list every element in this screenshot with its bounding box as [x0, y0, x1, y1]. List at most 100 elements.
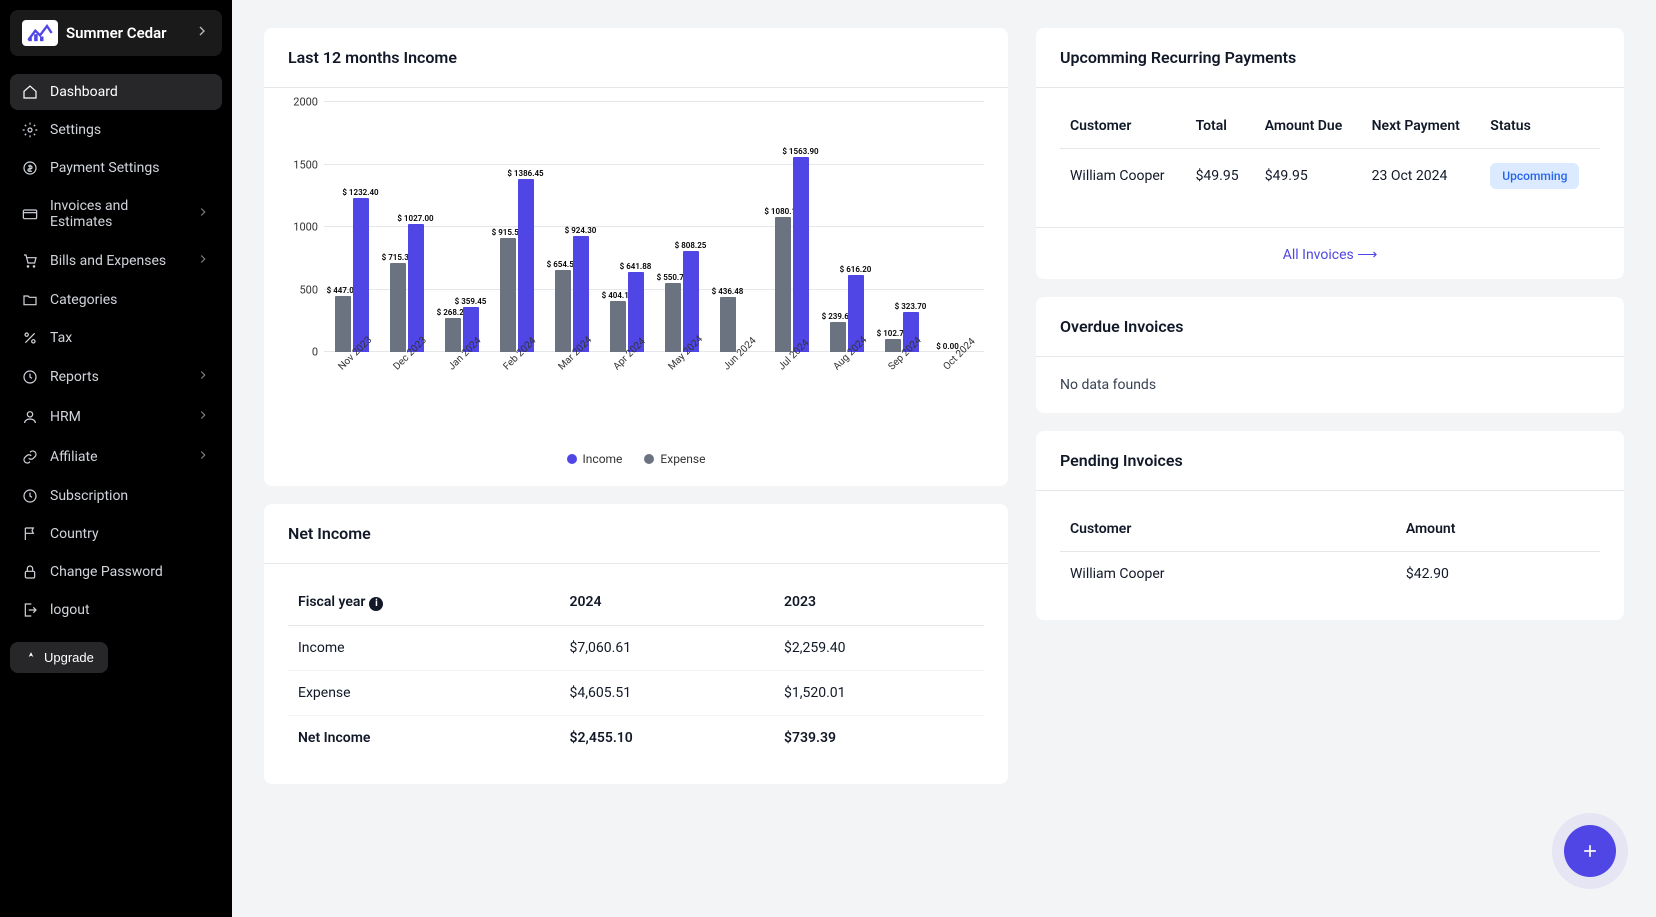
bar-expense[interactable]: $ 404.14 [610, 301, 626, 352]
sidebar-item-invoices-and-estimates[interactable]: Invoices and Estimates [10, 188, 222, 240]
recurring-header: Status [1480, 104, 1600, 149]
bar-value-label: $ 1563.90 [782, 147, 818, 156]
bar-value-label: $ 924.30 [565, 226, 597, 235]
bar-income[interactable]: $ 1027.00 [408, 224, 424, 352]
row-value-2024: $2,455.10 [560, 715, 774, 760]
bar-income[interactable]: $ 1386.45 [518, 179, 534, 352]
nav: Dashboard Settings Payment Settings Invoice… [10, 74, 222, 628]
recurring-table: CustomerTotalAmount DueNext PaymentStatu… [1060, 104, 1600, 203]
legend-income: Income [567, 452, 623, 466]
bar-value-label: $ 616.20 [840, 265, 872, 274]
sidebar-item-country[interactable]: Country [10, 516, 222, 552]
year-2024-header: 2024 [560, 580, 774, 625]
upgrade-button[interactable]: Upgrade [10, 642, 108, 673]
bar-group: $ 447.06$ 1232.40 [335, 198, 369, 352]
bar-income[interactable]: $ 1232.40 [353, 198, 369, 352]
clock2-icon [22, 488, 38, 504]
recurring-cell-total: $49.95 [1186, 149, 1255, 204]
home-icon [22, 84, 38, 100]
folder-icon [22, 292, 38, 308]
pending-amount-header: Amount [1396, 507, 1600, 552]
main: Last 12 months Income 0500100015002000$ … [232, 0, 1656, 917]
bar-expense[interactable]: $ 447.06 [335, 296, 351, 352]
bar-expense[interactable]: $ 239.63 [830, 322, 846, 352]
recurring-header: Next Payment [1362, 104, 1481, 149]
sidebar-item-settings[interactable]: Settings [10, 112, 222, 148]
sidebar-item-hrm[interactable]: HRM [10, 398, 222, 436]
upgrade-label: Upgrade [44, 650, 94, 665]
bar-value-label: $ 323.70 [895, 302, 927, 311]
legend-dot-income [567, 454, 577, 464]
overdue-card: Overdue Invoices No data founds [1036, 297, 1624, 413]
pending-customer: William Cooper [1060, 552, 1396, 597]
overdue-empty: No data founds [1036, 357, 1624, 413]
bar-expense[interactable]: $ 102.70 [885, 339, 901, 352]
net-income-title: Net Income [264, 504, 1008, 564]
sidebar-item-bills-and-expenses[interactable]: Bills and Expenses [10, 242, 222, 280]
y-tick: 1000 [293, 221, 318, 234]
percent-icon [22, 330, 38, 346]
row-value-2024: $7,060.61 [560, 625, 774, 670]
bar-value-label: $ 808.25 [675, 241, 707, 250]
recurring-cell-next: 23 Oct 2024 [1362, 149, 1481, 204]
sidebar-item-label: Tax [50, 330, 72, 346]
chevron-right-icon [196, 205, 210, 223]
company-logo [22, 20, 58, 46]
sidebar-item-change-password[interactable]: Change Password [10, 554, 222, 590]
sidebar-item-tax[interactable]: Tax [10, 320, 222, 356]
sidebar-item-categories[interactable]: Categories [10, 282, 222, 318]
bar-expense[interactable]: $ 268.24 [445, 318, 461, 352]
all-invoices-link[interactable]: All Invoices ⟶ [1283, 247, 1378, 263]
sidebar-item-affiliate[interactable]: Affiliate [10, 438, 222, 476]
chevron-right-icon [194, 23, 210, 43]
income-chart-title: Last 12 months Income [264, 28, 1008, 88]
pending-row[interactable]: William Cooper$42.90 [1060, 552, 1600, 597]
sidebar-item-subscription[interactable]: Subscription [10, 478, 222, 514]
recurring-card: Upcomming Recurring Payments CustomerTot… [1036, 28, 1624, 279]
chevron-right-icon [196, 448, 210, 466]
bar-expense[interactable]: $ 915.58 [500, 238, 516, 352]
flag-icon [22, 526, 38, 542]
sidebar-item-dashboard[interactable]: Dashboard [10, 74, 222, 110]
bar-expense[interactable]: $ 654.50 [555, 270, 571, 352]
info-icon[interactable]: i [369, 597, 383, 611]
rocket-icon [24, 651, 38, 665]
row-value-2023: $2,259.40 [774, 625, 984, 670]
net-income-card: Net Income Fiscal yeari 2024 2023 Income… [264, 504, 1008, 784]
net-income-row: Income$7,060.61$2,259.40 [288, 625, 984, 670]
legend-expense: Expense [644, 452, 705, 466]
sidebar-item-label: Bills and Expenses [50, 253, 166, 269]
bar-expense[interactable]: $ 436.48 [720, 297, 736, 352]
recurring-cell-status: Upcomming [1480, 149, 1600, 204]
sidebar-item-label: Settings [50, 122, 101, 138]
recurring-header: Amount Due [1255, 104, 1362, 149]
bar-expense[interactable]: $ 1080.10 [775, 217, 791, 352]
sidebar-item-label: Subscription [50, 488, 128, 504]
chevron-right-icon [196, 408, 210, 426]
company-name: Summer Cedar [66, 24, 186, 42]
bar-value-label: $ 359.45 [455, 297, 487, 306]
bar-value-label: $ 1232.40 [342, 188, 378, 197]
cart-icon [22, 253, 38, 269]
bar-expense[interactable]: $ 715.30 [390, 263, 406, 352]
sidebar-item-logout[interactable]: logout [10, 592, 222, 628]
legend-dot-expense [644, 454, 654, 464]
row-label: Income [288, 625, 560, 670]
add-button[interactable] [1564, 825, 1616, 877]
recurring-row[interactable]: William Cooper$49.95$49.9523 Oct 2024Upc… [1060, 149, 1600, 204]
clock-icon [22, 369, 38, 385]
bar-income[interactable]: $ 1563.90 [793, 157, 809, 352]
logout-icon [22, 602, 38, 618]
sidebar-item-label: Invoices and Estimates [50, 198, 184, 230]
bar-group: $ 715.30$ 1027.00 [390, 224, 424, 352]
y-tick: 2000 [293, 96, 318, 109]
bar-group: $ 1080.10$ 1563.90 [775, 157, 809, 352]
lock-icon [22, 564, 38, 580]
net-income-row: Expense$4,605.51$1,520.01 [288, 670, 984, 715]
pending-table: Customer Amount William Cooper$42.90 [1060, 507, 1600, 596]
recurring-header: Customer [1060, 104, 1186, 149]
bar-expense[interactable]: $ 550.78 [665, 283, 681, 352]
company-selector[interactable]: Summer Cedar [10, 10, 222, 56]
sidebar-item-payment-settings[interactable]: Payment Settings [10, 150, 222, 186]
sidebar-item-reports[interactable]: Reports [10, 358, 222, 396]
